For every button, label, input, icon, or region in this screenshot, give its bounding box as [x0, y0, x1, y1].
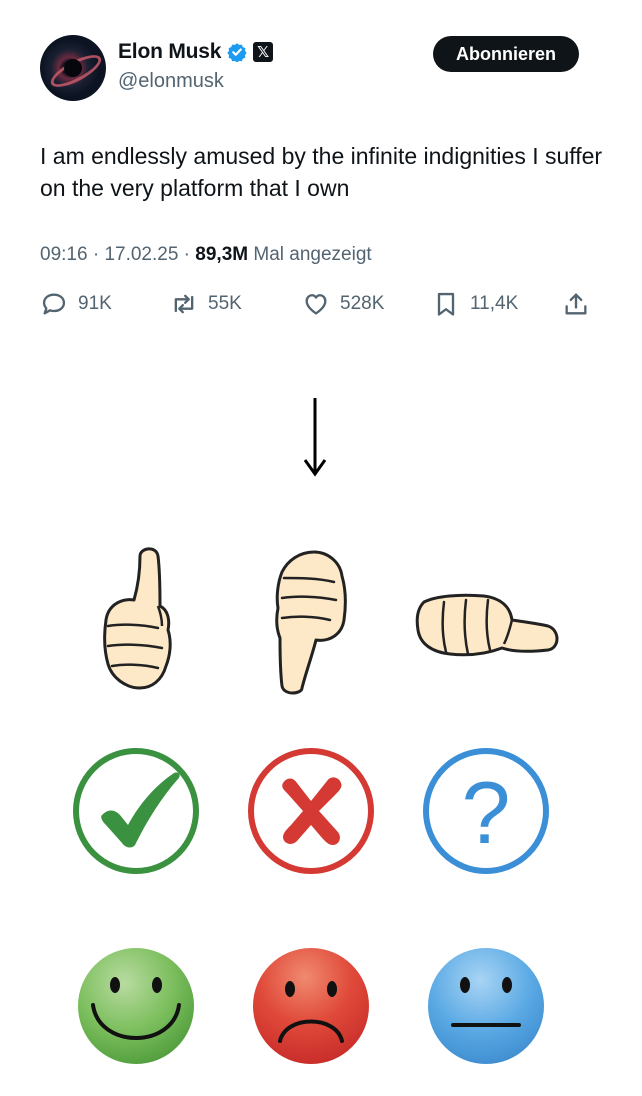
- avatar[interactable]: [40, 35, 106, 101]
- tweet-card: Elon Musk 𝕏 @elonmusk Abonnieren I am en…: [0, 0, 642, 340]
- question-circle-icon[interactable]: ?: [420, 745, 552, 877]
- like-count: 528K: [340, 293, 385, 314]
- meta-separator: ·: [87, 244, 105, 265]
- meta-separator: ·: [178, 244, 196, 265]
- display-name[interactable]: Elon Musk: [118, 40, 221, 64]
- reply-button[interactable]: 91K: [40, 290, 112, 318]
- cross-circle-icon[interactable]: [245, 745, 377, 877]
- share-button[interactable]: [562, 290, 590, 318]
- x-affiliation-icon: 𝕏: [253, 42, 274, 62]
- question-mark: ?: [462, 763, 511, 862]
- tweet-text: I am endlessly amused by the infinite in…: [40, 143, 603, 201]
- like-button[interactable]: 528K: [302, 290, 384, 318]
- neutral-face-icon[interactable]: [425, 945, 547, 1067]
- handle[interactable]: @elonmusk: [118, 70, 224, 93]
- action-bar: 91K 55K 528K 11,4K: [0, 290, 642, 326]
- bookmark-button[interactable]: 11,4K: [432, 290, 518, 318]
- tweet-date[interactable]: 17.02.25: [104, 244, 178, 265]
- check-circle-icon[interactable]: [70, 745, 202, 877]
- down-arrow-icon: [303, 398, 327, 477]
- thumbs-down-icon[interactable]: [274, 548, 348, 696]
- reply-icon: [42, 293, 66, 315]
- bookmark-icon: [437, 292, 455, 316]
- thumbs-up-icon[interactable]: [100, 546, 180, 694]
- heart-icon: [305, 294, 327, 315]
- tweet-time[interactable]: 09:16: [40, 244, 88, 265]
- repost-icon: [174, 294, 194, 314]
- happy-face-icon[interactable]: [75, 945, 197, 1067]
- views-label: Mal angezeigt: [253, 244, 372, 265]
- repost-count: 55K: [208, 293, 242, 314]
- avatar-core: [64, 59, 82, 77]
- repost-button[interactable]: 55K: [170, 290, 242, 318]
- reply-count: 91K: [78, 293, 112, 314]
- share-icon: [565, 293, 587, 315]
- tweet-meta: 09:16 · 17.02.25 · 89,3M Mal angezeigt: [40, 244, 372, 266]
- sad-face-icon[interactable]: [250, 945, 372, 1067]
- bookmark-count: 11,4K: [470, 293, 519, 314]
- author-row: Elon Musk 𝕏: [118, 40, 274, 64]
- subscribe-button[interactable]: Abonnieren: [433, 36, 579, 72]
- view-count: 89,3M: [195, 244, 249, 265]
- thumbs-sideways-icon[interactable]: [414, 592, 560, 658]
- verified-badge-icon: [227, 43, 247, 62]
